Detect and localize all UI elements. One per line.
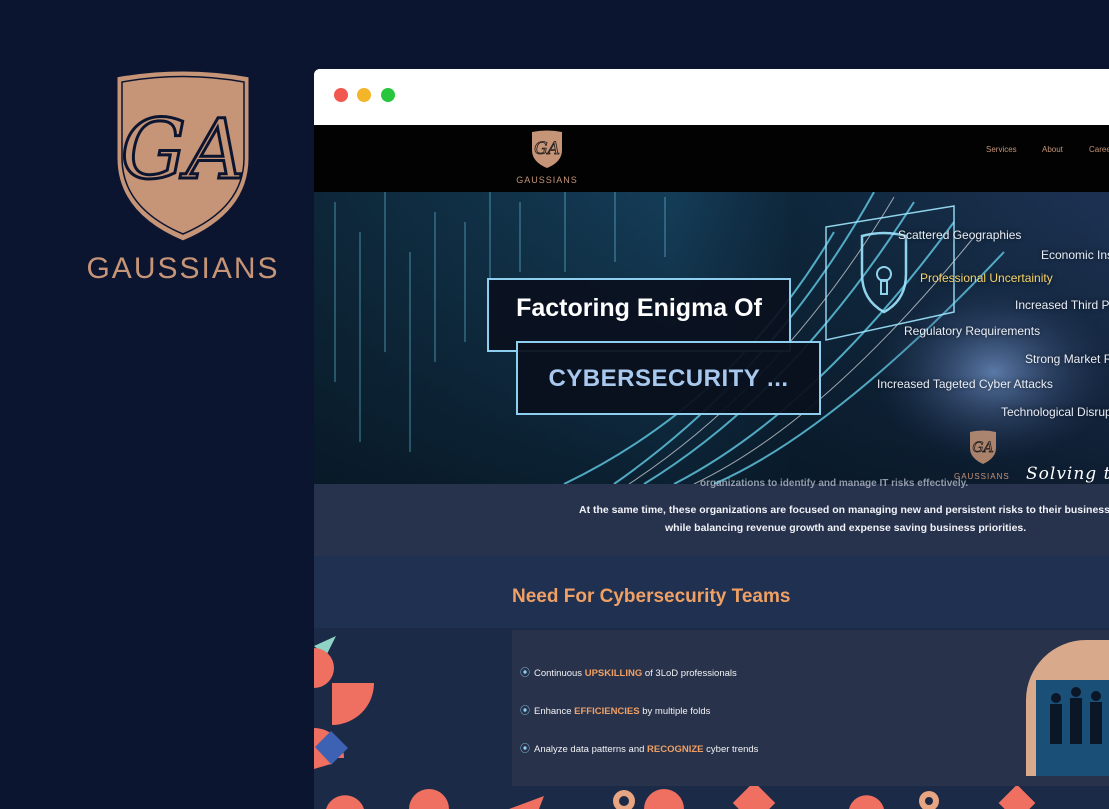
risk-label: Scattered Geographies [898,228,1022,242]
nav-career[interactable]: Career [1089,145,1109,154]
hero-title-line-1: Factoring Enigma Of [516,294,762,322]
target-icon: ⦿ [520,744,530,755]
maximize-dot-icon[interactable] [381,88,395,102]
site-logo-icon[interactable]: GA [530,129,564,169]
risk-label: Strong Market Risks [1025,352,1109,366]
hero-logo-icon: GA [970,430,996,464]
site-navbar: GA GAUSSIANS Services About Career [314,125,1109,192]
browser-titlebar [314,69,1109,125]
intro-line-1: At the same time, these organizations ar… [579,504,1109,516]
feature-item: ⦿ Continuous UPSKILLING of 3LoD professio… [520,668,737,679]
monogram: GA [121,103,246,198]
need-title: Need For Cybersecurity Teams [512,586,791,607]
gaussians-logo: GA [114,68,252,244]
risk-label: Increased Tageted Cyber Attacks [877,377,1053,391]
browser-window: GA GAUSSIANS Services About Career [314,69,1109,809]
target-icon: ⦿ [520,706,530,717]
risk-label: Economic Instability [1041,248,1109,262]
features-section: ⦿ Continuous UPSKILLING of 3LoD professio… [314,628,1109,809]
intro-line-2: while balancing revenue growth and expen… [665,522,1027,534]
site-logo-text: GAUSSIANS [516,175,578,185]
nav-services[interactable]: Services [986,145,1017,154]
risk-label: Regulatory Requirements [904,324,1041,338]
intro-section: organizations to identify and manage IT … [314,478,1109,556]
team-illustration [1026,640,1109,776]
risk-label: Increased Third Party [1015,298,1109,312]
website-content: GA GAUSSIANS Services About Career [314,125,1109,809]
feature-item: ⦿ Analyze data patterns and RECOGNIZE cyb… [520,744,759,755]
minimize-dot-icon[interactable] [357,88,371,102]
brand-name: GAUSSIANS [86,252,280,285]
hero-banner: Factoring Enigma Of CYBERSECURITY ... Sc… [314,192,1109,484]
hero-logo-monogram: GA [972,440,993,456]
hero-title-box-2: CYBERSECURITY ... [516,341,821,415]
feature-item: ⦿ Enhance EFFICIENCIES by multiple folds [520,706,711,717]
site-logo-monogram: GA [534,139,560,159]
need-section: Need For Cybersecurity Teams [314,556,1109,628]
hero-slogan: Solving the [1026,464,1109,484]
hero-title-line-2: CYBERSECURITY ... [548,365,789,392]
close-dot-icon[interactable] [334,88,348,102]
target-icon: ⦿ [520,668,530,679]
risk-label: Professional Uncertainity [920,271,1053,285]
risk-label: Technological Disruption [1001,405,1109,419]
intro-cut-text: organizations to identify and manage IT … [700,478,969,489]
nav-about[interactable]: About [1042,145,1063,154]
features-panel: ⦿ Continuous UPSKILLING of 3LoD professio… [512,630,1109,786]
